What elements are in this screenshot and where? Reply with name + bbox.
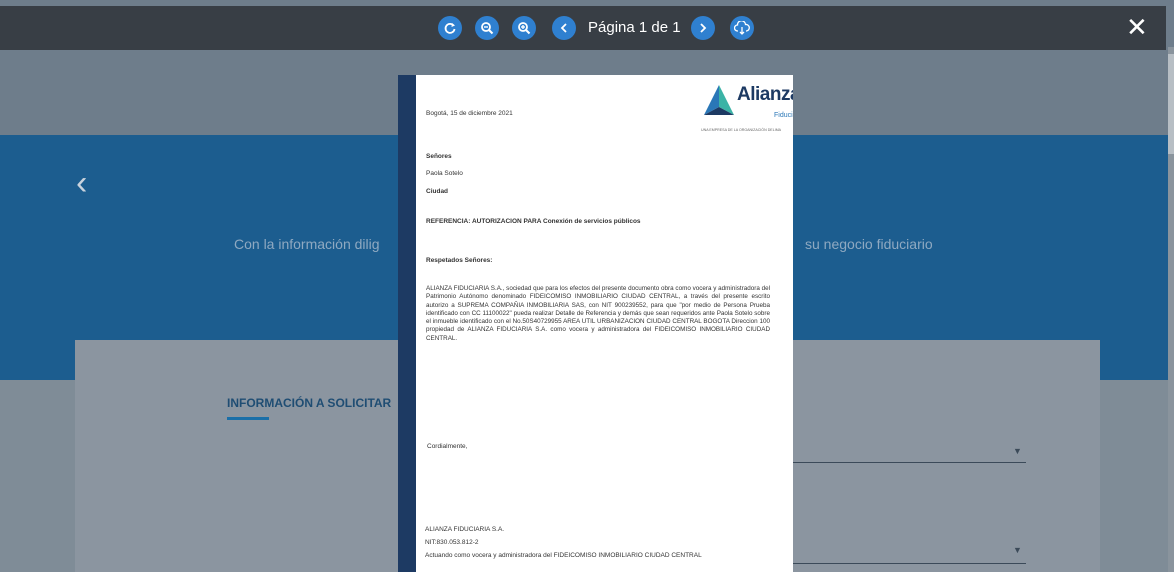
scrollbar-thumb[interactable]	[1168, 54, 1174, 154]
section-title: INFORMACIÓN A SOLICITAR	[227, 396, 392, 410]
chevron-down-icon: ▼	[1013, 545, 1022, 555]
logo-subtitle: Fiduciaria	[774, 112, 793, 119]
select-field-2	[793, 563, 1026, 564]
back-arrow-icon: ‹	[76, 164, 88, 202]
select-field-1	[793, 462, 1026, 463]
signer-role: Actuando como vocera y administradora de…	[425, 552, 702, 559]
rotate-icon[interactable]	[438, 16, 462, 40]
letter-greeting: Respetados Señores:	[426, 257, 493, 264]
chevron-down-icon: ▼	[1013, 446, 1022, 456]
zoom-out-icon[interactable]	[475, 16, 499, 40]
letter-body: ALIANZA FIDUCIARIA S.A., sociedad que pa…	[426, 285, 770, 342]
previous-page-icon[interactable]	[552, 16, 576, 40]
signer-nit: NIT:830.053.812-2	[425, 539, 479, 546]
logo-name: Alianza	[737, 84, 793, 105]
letter-city: Ciudad	[426, 188, 449, 195]
logo-triangle-icon	[704, 85, 734, 115]
logo-tagline: UNA EMPRESA DE LA ORGANIZACIÓN DELIMA	[701, 128, 782, 132]
company-logo: Alianza Fiduciaria UNA EMPRESA DE LA ORG…	[701, 83, 793, 139]
intro-text-left: Con la información dilig	[234, 236, 380, 252]
signer-name: ALIANZA FIDUCIARIA S.A.	[425, 526, 505, 533]
letter-date: Bogotá, 15 de diciembre 2021	[426, 110, 513, 117]
next-page-icon[interactable]	[691, 16, 715, 40]
close-button[interactable]: ✕	[1126, 12, 1148, 42]
letter-recipient: Paola Sotelo	[426, 170, 463, 177]
viewer-toolbar: Página 1 de 1 ✕	[0, 6, 1166, 50]
letter-salutation: Señores	[426, 153, 452, 160]
zoom-in-icon[interactable]	[512, 16, 536, 40]
download-icon[interactable]	[730, 16, 754, 40]
document-page: Bogotá, 15 de diciembre 2021 Alianza Fid…	[398, 75, 793, 572]
letter-closing: Cordialmente,	[427, 443, 468, 450]
page-indicator: Página 1 de 1	[588, 19, 681, 36]
letter-reference: REFERENCIA: AUTORIZACION PARA Conexión d…	[426, 218, 641, 225]
intro-text-right: su negocio fiduciario	[805, 236, 933, 252]
section-title-underline	[227, 417, 269, 420]
document-spine	[398, 75, 416, 572]
